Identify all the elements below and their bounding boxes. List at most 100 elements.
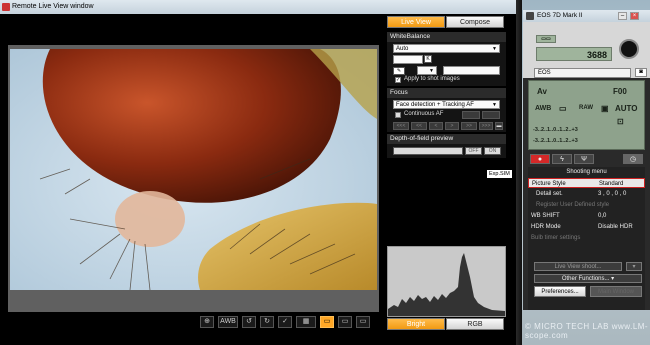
wb-shift-select[interactable]: ▼ <box>417 66 437 75</box>
af-operation[interactable]: ▣ <box>601 104 609 113</box>
tab-flash[interactable]: ϟ <box>552 154 572 164</box>
menu-title: Shooting menu <box>566 169 607 175</box>
rotate-right-icon: ↻ <box>264 318 270 325</box>
focus-off-button[interactable] <box>482 111 500 119</box>
rotate-left-button[interactable]: ↺ <box>242 316 256 328</box>
dof-title: Depth-of-field preview <box>387 134 506 144</box>
rotate-right-button[interactable]: ↻ <box>260 316 274 328</box>
focus-title: Focus <box>387 88 506 98</box>
menu-item-label: HDR Mode <box>531 224 561 230</box>
chevron-down-icon: ▼ <box>429 68 434 74</box>
dof-on-button[interactable]: ON <box>484 147 501 155</box>
menu-item-detail-set[interactable]: Detail set. 3 , 0 , 0 , 0 <box>528 189 645 199</box>
check-button[interactable]: ✓ <box>278 316 292 328</box>
af-mode-select[interactable]: Face detection + Tracking AF ▼ <box>393 100 500 109</box>
rotate-left-icon: ↺ <box>246 318 252 325</box>
grid-button[interactable]: ▦ <box>296 316 316 328</box>
tab-live-view[interactable]: Live View <box>387 16 445 28</box>
timer-button[interactable]: ◷ <box>623 154 643 164</box>
live-view-options-button[interactable]: ▾ <box>626 262 642 271</box>
focus-step-far1[interactable]: < <box>429 122 443 130</box>
focus-step-near3[interactable]: >>> <box>479 122 493 130</box>
focus-step-near1[interactable]: > <box>445 122 459 130</box>
eyedropper-button[interactable]: ✎ <box>393 67 405 75</box>
shooting-mode[interactable]: Av <box>537 87 547 96</box>
camera-settings-button[interactable]: ◙ <box>635 68 647 77</box>
focus-stop-button[interactable]: ▬ <box>495 122 503 130</box>
live-view-shoot-button[interactable]: Live View shoot... <box>534 262 622 271</box>
iso-setting[interactable]: AUTO <box>615 104 638 113</box>
microscope-image <box>10 49 377 290</box>
wb-value-input[interactable] <box>443 66 500 75</box>
eos-title: EOS 7D Mark II <box>537 12 583 19</box>
menu-item-wb-shift[interactable]: WB SHIFT 0,0 <box>528 211 645 221</box>
white-balance-setting[interactable]: AWB <box>535 105 551 112</box>
chevron-down-icon: ▼ <box>492 46 497 52</box>
watermark: © MICRO TECH LAB www.LM-scope.com <box>525 322 649 340</box>
image-quality[interactable]: RAW <box>579 105 593 111</box>
camera-icon: ◙ <box>639 69 643 75</box>
exposure-compensation-scale[interactable]: -3..2..1..0..1..2..+3 <box>533 127 578 133</box>
chevron-down-icon: ▾ <box>611 276 615 282</box>
focus-on-button[interactable] <box>462 111 480 119</box>
frame-icon: ▭ <box>359 318 367 325</box>
menu-item-label: WB SHIFT <box>531 213 560 219</box>
shots-remaining: 3688 <box>536 47 612 61</box>
exposure-simulation-button[interactable]: Exp.SIM <box>487 170 512 178</box>
tab-tools[interactable]: Ψ <box>574 154 594 164</box>
awb-button[interactable]: AWB <box>218 316 238 328</box>
drive-mode[interactable]: ▭ <box>559 104 567 113</box>
histogram-icon <box>388 253 505 316</box>
tab-compose[interactable]: Compose <box>446 16 504 28</box>
tab-shooting[interactable]: ● <box>530 154 550 164</box>
awb-icon: AWB <box>220 318 236 325</box>
bracketing-scale[interactable]: -3..2..1..0..1..2..+3 <box>533 138 578 144</box>
apply-to-shot-checkbox[interactable]: ✓ <box>395 77 401 83</box>
menu-item-label: Detail set. <box>536 191 563 197</box>
view-frame-button-2[interactable]: ▭ <box>356 316 370 328</box>
camera-model-field: EOS <box>534 68 631 78</box>
histogram-rgb-tab[interactable]: RGB <box>446 318 504 330</box>
main-window-button[interactable]: Main Window <box>590 286 642 297</box>
menu-item-value: Disable HDR <box>598 224 633 230</box>
preferences-button[interactable]: Preferences... <box>534 286 586 297</box>
menu-item-value: Standard <box>599 181 624 187</box>
metering-mode[interactable]: ⊡ <box>617 117 624 126</box>
menu-item-hdr-mode[interactable]: HDR Mode Disable HDR <box>528 222 645 232</box>
menu-item-picture-style[interactable]: Picture Style Standard <box>528 178 645 188</box>
kelvin-unit: K <box>424 55 432 63</box>
af-mode-value: Face detection + Tracking AF <box>396 102 474 108</box>
histogram-bright-tab[interactable]: Bright <box>387 318 445 330</box>
camera-menu-tabs: ● ϟ Ψ ◷ <box>528 154 645 165</box>
white-balance-title: WhiteBalance <box>387 32 506 42</box>
focus-step-far3[interactable]: <<< <box>393 122 409 130</box>
check-icon: ✓ <box>282 318 288 325</box>
continuous-af-checkbox[interactable] <box>395 112 401 118</box>
minimize-button[interactable]: – <box>618 12 627 20</box>
focus-step-near2[interactable]: >> <box>461 122 477 130</box>
chevron-down-icon: ▼ <box>492 102 497 108</box>
white-balance-value: Auto <box>396 46 409 52</box>
view-frame-button[interactable]: ▭ <box>338 316 352 328</box>
dial-icon[interactable] <box>619 39 639 59</box>
menu-item-label: Bulb timer settings <box>531 235 581 241</box>
taskbar-strip <box>516 0 522 345</box>
af-frame-button[interactable]: ▭ <box>320 316 334 328</box>
zoom-button[interactable]: ⊕ <box>200 316 214 328</box>
other-functions-button[interactable]: Other Functions... ▾ <box>534 274 642 283</box>
focus-step-far2[interactable]: << <box>411 122 427 130</box>
kelvin-input[interactable] <box>393 55 423 64</box>
focus-panel: Face detection + Tracking AF ▼ Continuous… <box>387 98 506 132</box>
zoom-icon: ⊕ <box>204 318 210 325</box>
rlv-title: Remote Live View window <box>12 3 94 10</box>
aperture-value[interactable]: F00 <box>613 87 627 96</box>
other-functions-label: Other Functions... <box>561 276 610 282</box>
live-view-image-area[interactable] <box>8 45 379 312</box>
eos-utility-window: EOS 7D Mark II – × ▭▭ 3688 EOS ◙ Av F00 … <box>523 10 650 310</box>
white-balance-select[interactable]: Auto ▼ <box>393 44 500 53</box>
app-icon <box>2 3 10 11</box>
dof-off-button[interactable]: OFF <box>465 147 482 155</box>
battery-indicator: ▭▭ <box>536 35 556 43</box>
close-button[interactable]: × <box>630 12 639 20</box>
menu-item-value: 0,0 <box>598 213 607 219</box>
